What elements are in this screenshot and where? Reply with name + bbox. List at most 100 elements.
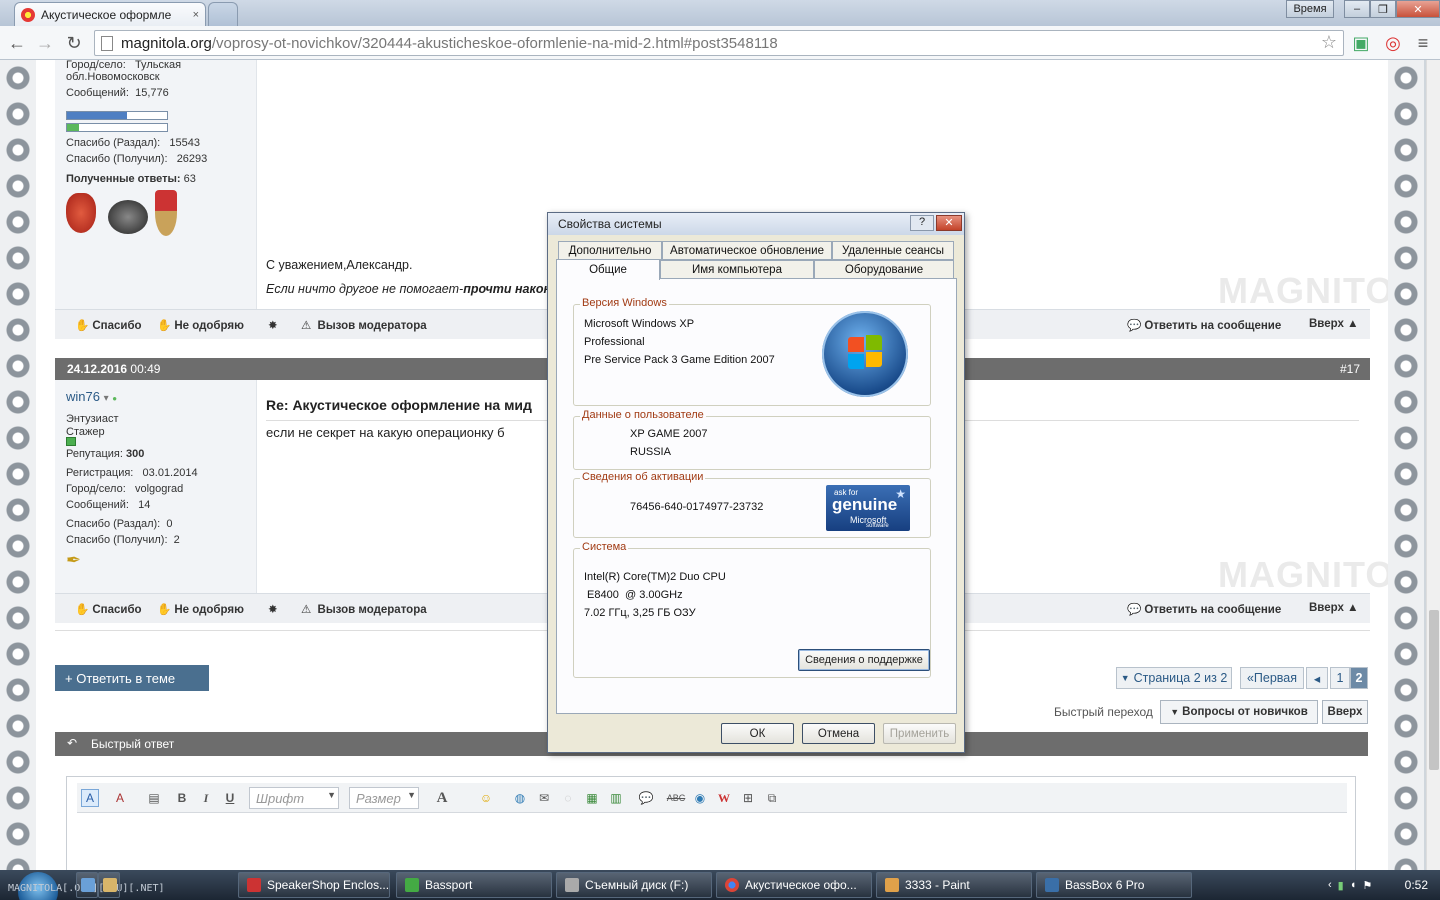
image-icon[interactable]: ▦ xyxy=(583,789,601,807)
first-page-link[interactable]: «Первая xyxy=(1240,667,1304,689)
site-favicon-icon xyxy=(21,7,35,22)
signature-bold: прочти наконе xyxy=(463,282,558,296)
extension-icon[interactable]: ▣ xyxy=(1350,32,1372,54)
up-link[interactable]: Вверх ▲ xyxy=(1309,602,1358,614)
ok-button[interactable]: ОК xyxy=(721,723,794,744)
tray-network-icon[interactable]: ▮ xyxy=(1338,879,1344,892)
menu-icon[interactable]: ≡ xyxy=(1412,32,1434,54)
quick-jump-select[interactable]: ▼ Вопросы от новичков xyxy=(1160,700,1318,724)
tab-title: Акустическое оформле xyxy=(41,7,172,22)
username-link[interactable]: win76 xyxy=(66,389,100,404)
tab-automatic-updates[interactable]: Автоматическое обновление xyxy=(662,241,832,260)
back-arrow-icon[interactable]: ← xyxy=(6,32,28,54)
watermark: MAGNITOLA xyxy=(1218,554,1388,595)
thanks-got-label: Спасибо (Получил): xyxy=(66,153,168,165)
size-select[interactable]: Размер ▼ xyxy=(349,787,419,809)
scrollbar-thumb[interactable] xyxy=(1429,610,1439,770)
smiley-icon[interactable]: ☺ xyxy=(477,789,495,807)
insert-icon[interactable]: ⊞ xyxy=(739,789,757,807)
taskbar-item-bassport[interactable]: Basspor​t xyxy=(396,872,552,898)
remove-format-icon[interactable]: A xyxy=(111,789,129,807)
apply-button[interactable]: Применить xyxy=(883,723,956,744)
font-color-icon[interactable]: A xyxy=(433,789,451,807)
quote-icon[interactable]: 💬 xyxy=(637,789,655,807)
font-select[interactable]: Шрифт ▼ xyxy=(249,787,339,809)
video-icon[interactable]: ▥ xyxy=(607,789,625,807)
taskbar-item-speakershop[interactable]: SpeakerShop Enclos... xyxy=(238,872,390,898)
call-moderator-button[interactable]: ⚠ Вызов модератора xyxy=(301,318,427,332)
dialog-close-button[interactable]: ✕ xyxy=(936,215,962,231)
wiki-icon[interactable]: W xyxy=(715,789,733,807)
tray-flag-icon[interactable]: ⚑ xyxy=(1362,879,1372,892)
bold-icon[interactable]: B xyxy=(173,789,191,807)
tab-remote[interactable]: Удаленные сеансы xyxy=(832,241,954,260)
star-icon[interactable]: ✸ xyxy=(268,318,278,332)
underline-icon[interactable]: U xyxy=(221,789,239,807)
paste-icon[interactable]: ▤ xyxy=(145,789,163,807)
reply-to-message-button[interactable]: 💬 Ответить на сообщение xyxy=(1127,602,1281,616)
page-of-dropdown[interactable]: ▼ Страница 2 из 2 xyxy=(1116,667,1232,689)
thanks-given-label: Спасибо (Раздал): xyxy=(66,518,161,530)
reply-to-message-button[interactable]: 💬 Ответить на сообщение xyxy=(1127,318,1281,332)
product-id: 76456-640-0174977-23732 xyxy=(630,501,764,513)
address-bar[interactable]: magnitola.org/voprosy-ot-novichkov/32044… xyxy=(94,30,1344,56)
unlink-icon[interactable]: ◌ xyxy=(559,789,577,807)
tab-hardware[interactable]: Оборудование xyxy=(814,260,954,279)
user-info-label: Данные о пользователе xyxy=(580,409,706,421)
page-1-link[interactable]: 1 xyxy=(1330,667,1350,689)
tab-advanced[interactable]: Дополнительно xyxy=(558,241,662,260)
close-window-button[interactable]: ✕ xyxy=(1396,0,1440,18)
bookmark-star-icon[interactable]: ☆ xyxy=(1321,32,1337,53)
cancel-button[interactable]: Отмена xyxy=(802,723,875,744)
thanks-button[interactable]: ✋ Спасибо xyxy=(75,318,142,332)
new-tab-button[interactable] xyxy=(208,2,238,26)
tray-expand-icon[interactable]: ‹ xyxy=(1328,879,1332,891)
up-button[interactable]: Вверх xyxy=(1322,700,1368,724)
extension-opera-icon[interactable]: ◎ xyxy=(1382,32,1404,54)
user-dropdown-icon[interactable]: ▾ xyxy=(104,393,109,404)
post-number-link[interactable]: #17 xyxy=(1340,362,1360,376)
taskbar-item-bassbox[interactable]: BassBox 6 Pro xyxy=(1036,872,1192,898)
show-desktop-icon[interactable] xyxy=(76,872,98,898)
browser-tab-active[interactable]: Акустическое оформле × xyxy=(14,2,206,26)
minimize-button[interactable]: – xyxy=(1344,0,1370,18)
taskbar-item-chrome[interactable]: Акустическое офо... xyxy=(716,872,872,898)
prev-page-link[interactable]: ◂ xyxy=(1306,667,1328,689)
genuine-microsoft-badge[interactable]: ask for genuine Microsoft software ★ xyxy=(826,485,910,531)
call-moderator-button[interactable]: ⚠ Вызов модератора xyxy=(301,602,427,616)
reload-icon[interactable]: ↻ xyxy=(63,32,85,54)
tray-volume-icon[interactable]: ◖ xyxy=(1350,879,1357,891)
windows-name: Microsoft Windows XP xyxy=(584,318,695,330)
email-icon[interactable]: ✉ xyxy=(535,789,553,807)
taskbar-item-paint[interactable]: 3333 - Paint xyxy=(876,872,1032,898)
reply-bubble-icon: 💬 xyxy=(1127,604,1142,616)
restore-button[interactable]: ❐ xyxy=(1370,0,1396,18)
tab-computer-name[interactable]: Имя компьютера xyxy=(660,260,814,279)
thanks-button[interactable]: ✋ Спасибо xyxy=(75,602,142,616)
speakershop-icon xyxy=(247,878,261,892)
registered-user: XP GAME 2007 xyxy=(630,428,708,440)
italic-icon[interactable]: I xyxy=(197,789,215,807)
dialog-help-button[interactable]: ? xyxy=(910,215,934,231)
support-info-button[interactable]: Сведения о поддержке xyxy=(798,649,930,671)
taskbar-item-removable-disk[interactable]: Съемный диск (F:) xyxy=(556,872,712,898)
page-scrollbar[interactable] xyxy=(1426,60,1440,870)
up-link[interactable]: Вверх ▲ xyxy=(1309,318,1358,330)
time-button[interactable]: Время xyxy=(1286,0,1334,18)
tab-general[interactable]: Общие xyxy=(556,259,660,280)
strike-icon[interactable]: ABC xyxy=(667,789,686,807)
edit-icon[interactable]: ⧉ xyxy=(763,789,781,807)
reputation-value: 300 xyxy=(125,448,145,460)
url-path: /voprosy-ot-novichkov/320444-akustichesk… xyxy=(211,34,778,52)
reply-in-topic-button[interactable]: + Ответить в теме xyxy=(55,665,209,691)
tray-clock[interactable]: 0:52 xyxy=(1405,878,1428,892)
forward-arrow-icon[interactable]: → xyxy=(34,32,56,54)
youtube-icon[interactable]: ◉ xyxy=(691,789,709,807)
wysiwyg-toggle-icon[interactable]: A xyxy=(81,789,99,807)
link-icon[interactable]: ◍ xyxy=(511,789,529,807)
tab-close-icon[interactable]: × xyxy=(193,9,199,21)
star-icon[interactable]: ✸ xyxy=(268,602,278,616)
disapprove-button[interactable]: ✋ Не одобряю xyxy=(157,318,244,332)
quicklaunch-icon[interactable] xyxy=(98,872,120,898)
disapprove-button[interactable]: ✋ Не одобряю xyxy=(157,602,244,616)
